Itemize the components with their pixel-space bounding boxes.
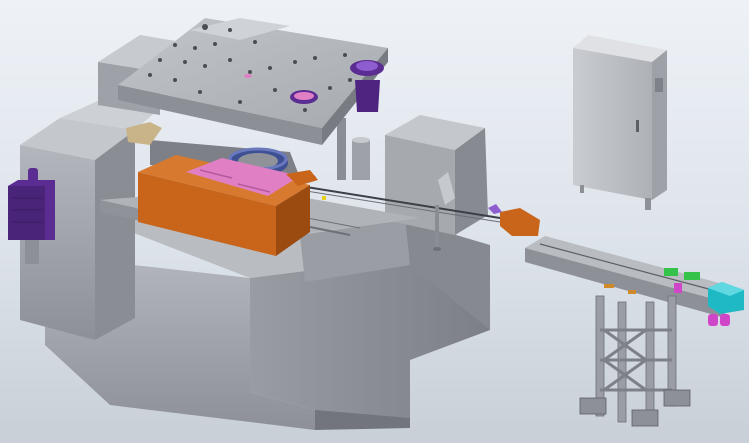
output-conveyor[interactable] xyxy=(488,204,745,326)
cad-viewport[interactable] xyxy=(0,0,749,443)
conveyor-support-stand[interactable] xyxy=(579,295,691,427)
electrical-cabinet[interactable] xyxy=(573,35,667,210)
cad-model-canvas[interactable] xyxy=(0,0,749,443)
